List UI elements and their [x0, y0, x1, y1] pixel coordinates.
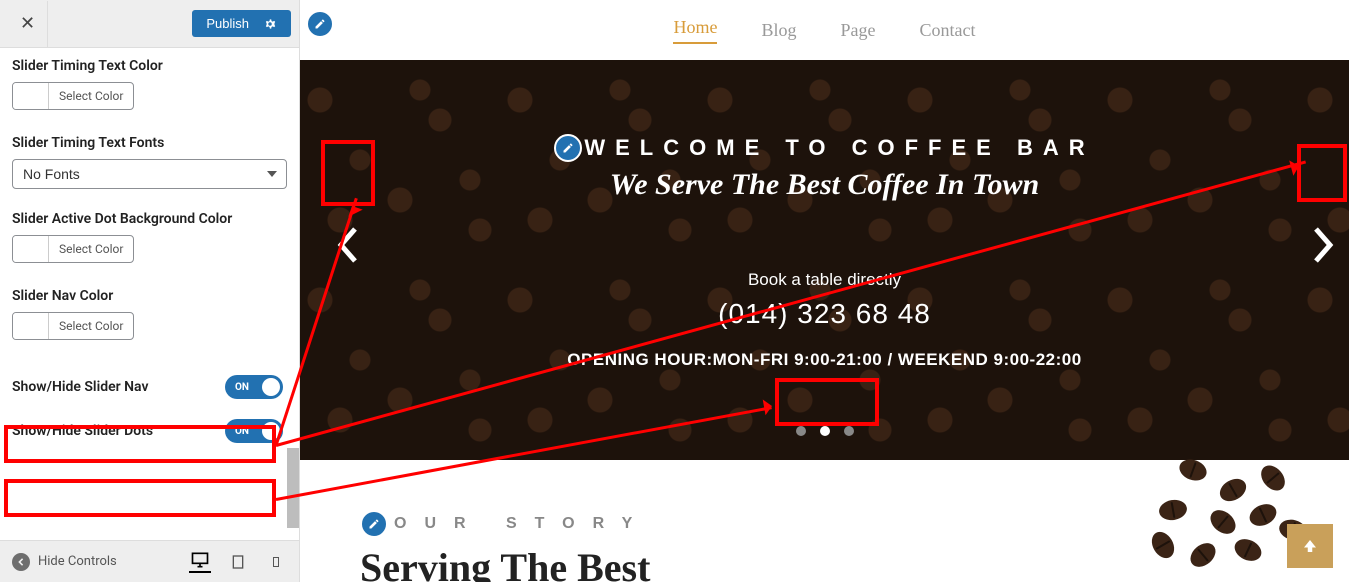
control-label: Slider Timing Text Fonts [12, 135, 287, 151]
toggle-knob [262, 422, 280, 440]
control-show-dots: Show/Hide Slider Dots ON [12, 409, 287, 453]
control-label: Slider Active Dot Background Color [12, 211, 287, 227]
chevron-left-icon [12, 553, 30, 571]
control-timing-text-color: Slider Timing Text Color Select Color [12, 58, 287, 113]
hero-subtitle: We Serve The Best Coffee In Town [300, 168, 1349, 202]
color-swatch [13, 236, 49, 262]
mobile-icon [270, 553, 282, 571]
tablet-icon [230, 553, 246, 571]
coffee-beans-decoration [1059, 450, 1319, 580]
font-select[interactable]: No Fonts [12, 159, 287, 189]
hero-slider: WELCOME TO COFFEE BAR We Serve The Best … [300, 60, 1349, 460]
close-icon: ✕ [20, 13, 35, 34]
pencil-icon [368, 518, 380, 530]
select-color-button[interactable]: Select Color [12, 82, 134, 110]
device-mobile-button[interactable] [265, 551, 287, 573]
control-label: Slider Timing Text Color [12, 58, 287, 74]
select-color-button[interactable]: Select Color [12, 235, 134, 263]
select-color-text: Select Color [49, 83, 133, 109]
hero-hours: OPENING HOUR:MON-FRI 9:00-21:00 / WEEKEN… [300, 350, 1349, 370]
hero-book-text: Book a table directly [300, 270, 1349, 290]
nav-item-page[interactable]: Page [841, 20, 876, 41]
color-swatch [13, 83, 49, 109]
toggle-knob [262, 378, 280, 396]
customizer-body[interactable]: Slider Timing Text Color Select Color Sl… [0, 48, 299, 540]
scroll-to-top-button[interactable] [1287, 524, 1333, 568]
select-color-text: Select Color [49, 313, 133, 339]
hero-welcome-row: WELCOME TO COFFEE BAR [554, 134, 1094, 162]
control-timing-text-fonts: Slider Timing Text Fonts No Fonts [12, 135, 287, 189]
control-show-nav: Show/Hide Slider Nav ON [12, 365, 287, 409]
select-color-text: Select Color [49, 236, 133, 262]
slider-next-button[interactable] [1299, 210, 1349, 280]
story-label-row: OUR STORY [360, 510, 650, 538]
color-swatch [13, 313, 49, 339]
pencil-icon [562, 142, 574, 154]
edit-shortcut-button[interactable] [554, 134, 582, 162]
publish-label: Publish [206, 16, 249, 31]
control-label: Slider Nav Color [12, 288, 287, 304]
customizer-panel: ✕ Publish Slider Timing Text Color Selec… [0, 0, 300, 582]
slider-dots [796, 426, 854, 436]
hide-controls-label: Hide Controls [38, 554, 117, 569]
device-buttons [189, 551, 287, 573]
pencil-icon [314, 18, 326, 30]
control-active-dot-bg: Slider Active Dot Background Color Selec… [12, 211, 287, 266]
slider-dot[interactable] [796, 426, 806, 436]
device-tablet-button[interactable] [227, 551, 249, 573]
scrollbar-thumb[interactable] [287, 448, 299, 528]
close-customizer-button[interactable]: ✕ [8, 1, 48, 47]
story-section: OUR STORY Serving The Best [300, 460, 1349, 582]
gear-icon [263, 17, 277, 31]
edit-shortcut-button[interactable] [306, 10, 334, 38]
toggle-show-nav[interactable]: ON [225, 375, 283, 399]
chevron-right-icon [1312, 227, 1336, 263]
nav-item-contact[interactable]: Contact [920, 20, 976, 41]
control-nav-color: Slider Nav Color Select Color [12, 288, 287, 343]
hide-controls-button[interactable]: Hide Controls [12, 553, 181, 571]
nav-item-home[interactable]: Home [673, 17, 717, 44]
customizer-footer: Hide Controls [0, 540, 299, 582]
control-label: Show/Hide Slider Dots [12, 423, 153, 439]
slider-dot[interactable] [820, 426, 830, 436]
publish-button[interactable]: Publish [192, 10, 291, 37]
chevron-left-icon [335, 227, 359, 263]
customizer-header: ✕ Publish [0, 0, 299, 48]
select-color-button[interactable]: Select Color [12, 312, 134, 340]
slider-prev-button[interactable] [322, 210, 372, 280]
toggle-state-text: ON [235, 426, 249, 437]
font-select-wrap[interactable]: No Fonts [12, 159, 287, 189]
slider-dot[interactable] [844, 426, 854, 436]
desktop-icon [190, 550, 210, 570]
control-label: Show/Hide Slider Nav [12, 379, 148, 395]
story-label-text: OUR STORY [394, 515, 650, 533]
arrow-up-icon [1301, 535, 1319, 557]
nav-item-blog[interactable]: Blog [761, 20, 796, 41]
toggle-state-text: ON [235, 382, 249, 393]
device-desktop-button[interactable] [189, 551, 211, 573]
toggle-show-dots[interactable]: ON [225, 419, 283, 443]
edit-shortcut-button[interactable] [360, 510, 388, 538]
hero-phone: (014) 323 68 48 [300, 298, 1349, 330]
preview-pane: Home Blog Page Contact WELCOME TO COFFEE… [300, 0, 1349, 582]
site-nav: Home Blog Page Contact [300, 0, 1349, 60]
hero-welcome-text: WELCOME TO COFFEE BAR [584, 135, 1094, 161]
